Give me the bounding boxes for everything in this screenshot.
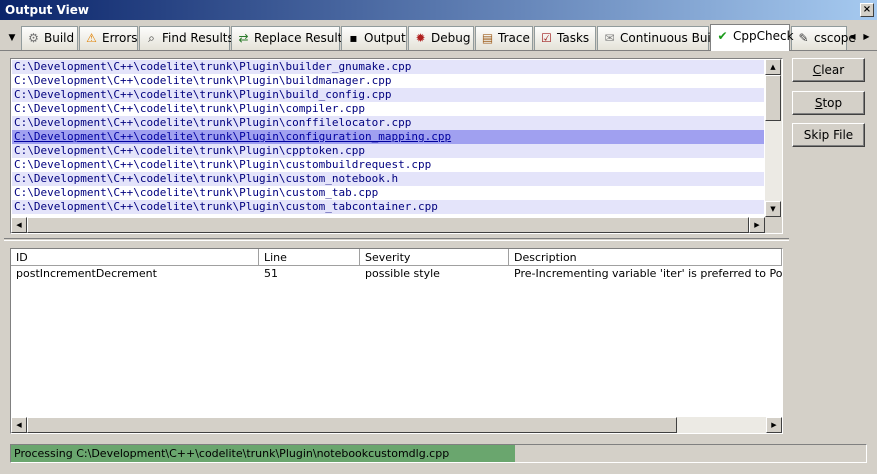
tab-errors[interactable]: ⚠ Errors: [79, 26, 138, 50]
file-list-vscrollbar[interactable]: ▲ ▼: [765, 59, 782, 217]
skip-file-button[interactable]: Skip File: [792, 123, 865, 147]
tab-list-menu[interactable]: ▼: [3, 28, 21, 48]
tasks-icon: ☑: [541, 31, 552, 45]
clear-button-label: lear: [821, 63, 845, 77]
grid-scroll-right-button[interactable]: ▶: [766, 417, 782, 433]
results-grid-hscrollbar[interactable]: ◀ ▶: [11, 417, 782, 433]
scroll-left-button[interactable]: ◀: [11, 217, 27, 233]
list-item[interactable]: C:\Development\C++\codelite\trunk\Plugin…: [12, 144, 764, 158]
column-header-description[interactable]: Description: [509, 249, 782, 266]
scroll-up-button[interactable]: ▲: [765, 59, 781, 75]
skip-file-button-label: Skip File: [803, 128, 854, 142]
scroll-down-button[interactable]: ▼: [765, 201, 781, 217]
tab-debug[interactable]: ✹ Debug: [408, 26, 474, 50]
tab-replace-results[interactable]: ⇄ Replace Results: [231, 26, 349, 50]
cell-id: postIncrementDecrement: [16, 267, 157, 280]
tab-label: Trace: [498, 31, 530, 45]
tab-scroll-right[interactable]: ▶: [860, 28, 873, 46]
arrow-right-icon: ▶: [771, 421, 777, 429]
cell-severity: possible style: [365, 267, 440, 280]
list-item[interactable]: C:\Development\C++\codelite\trunk\Plugin…: [12, 74, 764, 88]
tab-label: CppCheck: [733, 29, 794, 43]
trace-icon: ▤: [481, 31, 494, 45]
tab-cscope[interactable]: ✎ cscope: [791, 26, 856, 50]
progress-status: Processing C:\Development\C++\codelite\t…: [10, 444, 867, 463]
results-grid-header: ID Line Severity Description: [11, 249, 782, 266]
list-item[interactable]: C:\Development\C++\codelite\trunk\Plugin…: [12, 130, 764, 144]
gear-icon: ⚙: [28, 31, 39, 45]
list-item[interactable]: C:\Development\C++\codelite\trunk\Plugin…: [12, 102, 764, 116]
window-title: Output View: [5, 3, 89, 17]
progress-text: Processing C:\Development\C++\codelite\t…: [14, 447, 450, 460]
close-button[interactable]: ×: [860, 3, 874, 17]
tab-continuous-build[interactable]: ✉ Continuous Build: [597, 26, 722, 50]
results-grid[interactable]: ID Line Severity Description postIncreme…: [10, 248, 783, 434]
tab-bar: ▼ ⚙ Build ⚠ Errors ⌕ Find Results ⇄ Replace Res…: [0, 24, 877, 51]
tab-label: Output: [364, 31, 406, 45]
console-icon: ▪: [349, 31, 358, 45]
arrow-right-icon: ▶: [754, 221, 760, 229]
tab-label: Tasks: [557, 31, 590, 45]
tab-label: Find Results: [162, 31, 234, 45]
column-header-line[interactable]: Line: [259, 249, 360, 266]
arrow-left-icon: ◀: [16, 221, 22, 229]
cell-description: Pre-Incrementing variable 'iter' is pref…: [514, 267, 782, 280]
tab-build[interactable]: ⚙ Build: [21, 26, 78, 50]
close-icon: ×: [862, 4, 872, 15]
list-item[interactable]: C:\Development\C++\codelite\trunk\Plugin…: [12, 158, 764, 172]
cppcheck-panel: C:\Development\C++\codelite\trunk\Plugin…: [4, 52, 873, 470]
tool-icon: ✎: [798, 31, 809, 45]
mail-icon: ✉: [604, 31, 615, 45]
stop-button-label: top: [822, 96, 843, 110]
tab-trace[interactable]: ▤ Trace: [475, 26, 533, 50]
replace-icon: ⇄: [238, 31, 249, 45]
cell-line: 51: [264, 267, 278, 280]
list-item[interactable]: C:\Development\C++\codelite\trunk\Plugin…: [12, 60, 764, 74]
chevron-right-icon: ▶: [863, 32, 870, 41]
vscroll-thumb[interactable]: [765, 75, 781, 121]
chevron-down-icon: ▼: [8, 33, 16, 43]
list-item[interactable]: C:\Development\C++\codelite\trunk\Plugin…: [12, 186, 764, 200]
window-titlebar: Output View ×: [0, 0, 877, 20]
tab-tasks[interactable]: ☑ Tasks: [534, 26, 596, 50]
list-item[interactable]: C:\Development\C++\codelite\trunk\Plugin…: [12, 200, 764, 214]
clear-button-accel: C: [812, 63, 822, 77]
column-header-severity[interactable]: Severity: [360, 249, 509, 266]
stop-button[interactable]: Stop: [792, 91, 865, 115]
warning-icon: ⚠: [86, 31, 97, 45]
list-item[interactable]: C:\Development\C++\codelite\trunk\Plugin…: [12, 116, 764, 130]
arrow-down-icon: ▼: [770, 205, 776, 213]
tab-find-results[interactable]: ⌕ Find Results: [139, 26, 234, 50]
file-list-rows: C:\Development\C++\codelite\trunk\Plugin…: [12, 60, 764, 218]
binoculars-icon: ⌕: [148, 31, 155, 45]
scroll-right-button[interactable]: ▶: [749, 217, 765, 233]
clear-button[interactable]: Clear: [792, 58, 865, 82]
arrow-up-icon: ▲: [770, 63, 776, 71]
table-row[interactable]: postIncrementDecrement 51 possible style…: [11, 266, 782, 281]
tab-output[interactable]: ▪ Output: [341, 26, 407, 50]
tab-label: Continuous Build: [620, 31, 722, 45]
check-icon: ✔: [717, 29, 728, 43]
grid-hscroll-thumb[interactable]: [27, 417, 677, 433]
panel-splitter[interactable]: [4, 238, 789, 241]
list-item[interactable]: C:\Development\C++\codelite\trunk\Plugin…: [12, 88, 764, 102]
chevron-left-icon: ◀: [849, 32, 856, 41]
bug-icon: ✹: [415, 31, 426, 45]
arrow-left-icon: ◀: [16, 421, 22, 429]
tab-scroll-left[interactable]: ◀: [846, 28, 859, 46]
column-header-id[interactable]: ID: [11, 249, 259, 266]
scroll-corner: [765, 217, 782, 233]
hscroll-thumb[interactable]: [27, 217, 749, 233]
file-list-hscrollbar[interactable]: ◀ ▶: [11, 217, 765, 233]
tab-label: Errors: [102, 31, 138, 45]
tab-label: Build: [44, 31, 75, 45]
grid-scroll-left-button[interactable]: ◀: [11, 417, 27, 433]
file-list[interactable]: C:\Development\C++\codelite\trunk\Plugin…: [10, 58, 783, 234]
tab-cppcheck[interactable]: ✔ CppCheck: [710, 24, 794, 51]
tab-label: Debug: [431, 31, 471, 45]
tab-label: Replace Results: [254, 31, 349, 45]
list-item[interactable]: C:\Development\C++\codelite\trunk\Plugin…: [12, 172, 764, 186]
